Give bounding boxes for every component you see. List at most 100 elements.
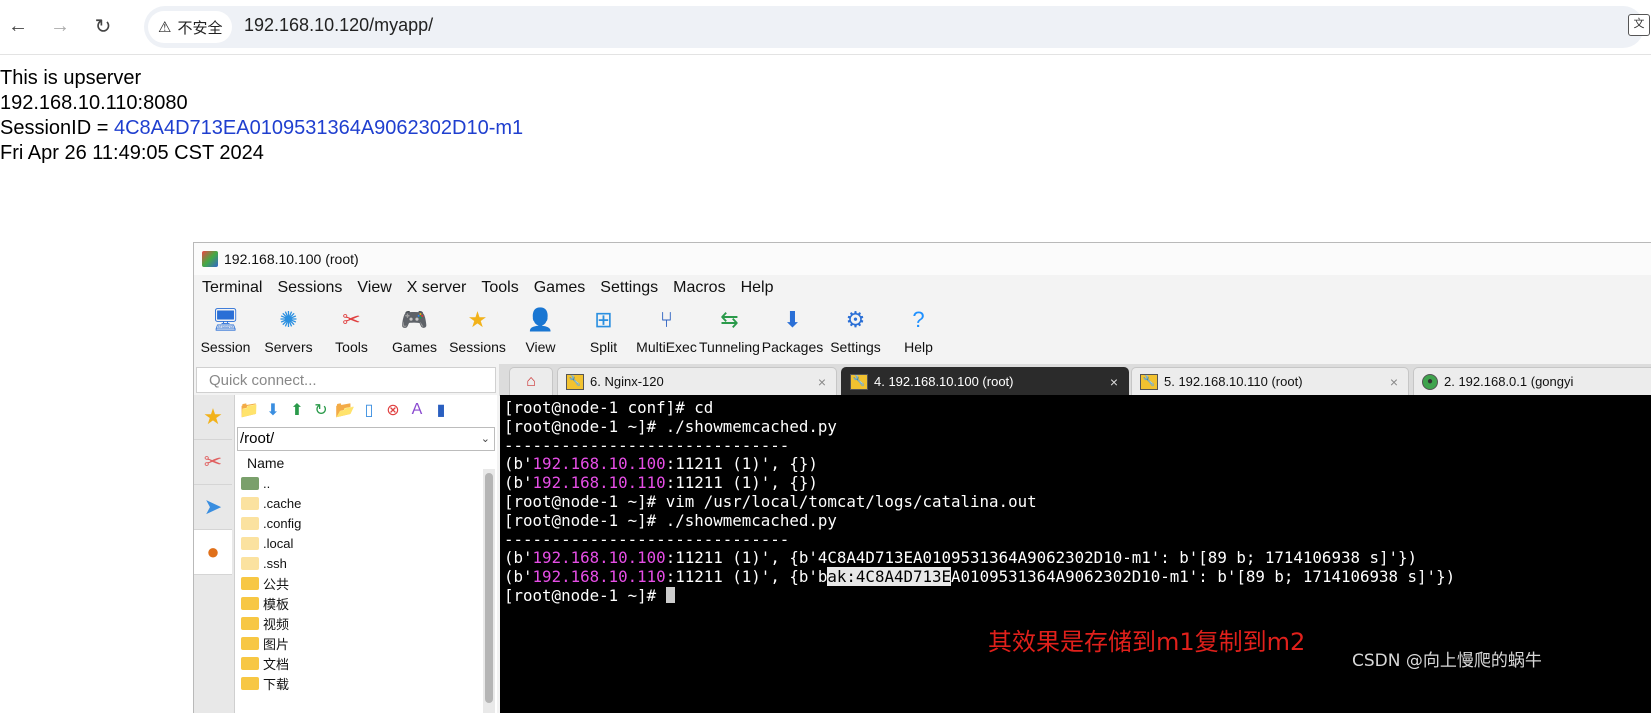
split-icon: ⊞ <box>594 307 613 332</box>
gamepad-icon: 🎮 <box>400 307 429 332</box>
translate-icon[interactable]: 文 <box>1628 14 1650 36</box>
tab-nginx-120[interactable]: 🔧 6. Nginx-120 × <box>557 367 837 395</box>
list-item[interactable]: 下载 <box>235 673 481 693</box>
terminal-line: [root@node-1 ~]# ./showmemcached.py <box>504 416 837 436</box>
tools-button[interactable]: ✂ Tools <box>320 303 383 361</box>
upload-icon[interactable]: ⬆ <box>287 400 307 420</box>
address-bar[interactable]: ⚠ 不安全 192.168.10.120/myapp/ <box>144 6 1644 48</box>
new-folder-icon[interactable]: 📂 <box>335 400 355 420</box>
games-button[interactable]: 🎮 Games <box>383 303 446 361</box>
gear-icon: ⚙ <box>845 307 866 332</box>
new-file-icon[interactable]: ▯ <box>359 400 379 420</box>
servers-button[interactable]: ✺ Servers <box>257 303 320 361</box>
star-icon: ★ <box>467 307 488 332</box>
rename-icon[interactable]: A <box>407 401 427 419</box>
home-tab[interactable]: ⌂ <box>509 367 553 395</box>
folder-up-icon[interactable]: 📁 <box>239 400 259 420</box>
tab-gateway[interactable]: ● 2. 192.168.0.1 (gongyi <box>1413 367 1651 395</box>
session-label: SessionID = <box>0 117 114 139</box>
folder-icon <box>241 676 259 690</box>
quick-connect-input[interactable]: Quick connect... <box>196 367 496 393</box>
sftp-globe-icon[interactable]: ● <box>194 530 232 575</box>
delete-icon[interactable]: ⊗ <box>383 400 403 420</box>
terminal-line: [root@node-1 ~]# vim /usr/local/tomcat/l… <box>504 491 1037 511</box>
terminal-line: (b'192.168.10.110:11211 (1)', {}) <box>504 473 818 493</box>
folder-icon <box>241 496 259 510</box>
list-item[interactable]: 图片 <box>235 633 481 653</box>
list-item[interactable]: 公共 <box>235 573 481 593</box>
multiexec-button[interactable]: ⑂ MultiExec <box>635 303 698 361</box>
side-toolbar: ★ ✂ ➤ ● <box>194 395 235 713</box>
folder-icon <box>241 636 259 650</box>
list-item[interactable]: 视频 <box>235 613 481 633</box>
settings-button[interactable]: ⚙ Settings <box>824 303 887 361</box>
menu-macros[interactable]: Macros <box>669 276 732 300</box>
terminal-line: (b'192.168.10.100:11211 (1)', {}) <box>504 454 818 474</box>
folder-up-icon <box>241 476 259 490</box>
home-icon: ⌂ <box>526 373 536 390</box>
monitor-icon: 🖥 <box>211 307 240 332</box>
close-icon[interactable]: × <box>818 374 826 390</box>
back-arrow-icon[interactable]: ← <box>4 12 32 40</box>
reload-icon[interactable]: ↻ <box>89 12 117 40</box>
packages-icon: ⬇ <box>783 307 802 332</box>
macros-icon[interactable]: ➤ <box>194 485 232 530</box>
sftp-toolbar: 📁 ⬇ ⬆ ↻ 📂 ▯ ⊗ A ▮ <box>235 395 497 425</box>
window-titlebar: 192.168.10.100 (root) <box>194 243 1651 275</box>
column-header-name[interactable]: Name <box>235 453 481 473</box>
menu-view[interactable]: View <box>353 276 398 300</box>
close-icon[interactable]: × <box>1390 374 1398 390</box>
session-button[interactable]: 🖥 Session <box>194 303 257 361</box>
list-item[interactable]: .cache <box>235 493 481 513</box>
page-content: This is upserver 192.168.10.110:8080 Ses… <box>0 66 523 166</box>
menu-help[interactable]: Help <box>737 276 781 300</box>
menu-games[interactable]: Games <box>530 276 593 300</box>
wrench-icon: 🔧 <box>566 373 584 390</box>
session-id: 4C8A4D713EA0109531364A9062302D10-m1 <box>113 117 524 139</box>
close-icon[interactable]: × <box>1110 374 1118 390</box>
list-item[interactable]: .ssh <box>235 553 481 573</box>
menu-x-server[interactable]: X server <box>403 276 474 300</box>
sessions-button[interactable]: ★ Sessions <box>446 303 509 361</box>
server-address: 192.168.10.110:8080 <box>0 92 188 114</box>
session-tabs: ⌂ 🔧 6. Nginx-120 × 🔧 4. 192.168.10.100 (roo… <box>499 364 1651 396</box>
path-select[interactable]: /root/⌄ <box>237 427 495 451</box>
menu-bar: Terminal Sessions View X server Tools Ga… <box>194 276 780 300</box>
url-text[interactable]: 192.168.10.120/myapp/ <box>244 15 433 36</box>
menu-settings[interactable]: Settings <box>596 276 665 300</box>
sessions-star-icon[interactable]: ★ <box>194 395 232 440</box>
folder-icon <box>241 656 259 670</box>
window-title: 192.168.10.100 (root) <box>224 251 359 267</box>
split-button[interactable]: ⊞ Split <box>572 303 635 361</box>
list-item[interactable]: .config <box>235 513 481 533</box>
session-line: SessionID = 4C8A4D713EA0109531364A906230… <box>0 116 523 141</box>
tab-node-100[interactable]: 🔧 4. 192.168.10.100 (root) × <box>841 367 1129 395</box>
download-icon[interactable]: ⬇ <box>263 400 283 420</box>
list-item[interactable]: .. <box>235 473 481 493</box>
tunneling-button[interactable]: ⇆ Tunneling <box>698 303 761 361</box>
security-indicator[interactable]: ⚠ 不安全 <box>148 11 233 43</box>
list-item[interactable]: 文档 <box>235 653 481 673</box>
multiexec-icon: ⑂ <box>659 307 674 332</box>
menu-tools[interactable]: Tools <box>477 276 525 300</box>
menu-sessions[interactable]: Sessions <box>273 276 349 300</box>
forward-arrow-icon[interactable]: → <box>46 12 74 40</box>
tab-node-110[interactable]: 🔧 5. 192.168.10.110 (root) × <box>1131 367 1409 395</box>
list-item[interactable]: 模板 <box>235 593 481 613</box>
sftp-browser: 📁 ⬇ ⬆ ↻ 📂 ▯ ⊗ A ▮ /root/⌄ Name .. .cache… <box>235 395 497 713</box>
terminal-line: [root@node-1 conf]# cd <box>504 398 714 417</box>
help-icon: ? <box>912 307 925 332</box>
scrollbar-thumb[interactable] <box>485 473 493 703</box>
list-item[interactable]: .local <box>235 533 481 553</box>
file-list-scrollbar[interactable] <box>483 469 495 713</box>
terminal-follow-icon[interactable]: ▮ <box>431 400 451 420</box>
tools-side-icon[interactable]: ✂ <box>194 440 232 485</box>
refresh-icon[interactable]: ↻ <box>311 400 331 420</box>
help-button[interactable]: ? Help <box>887 303 950 361</box>
view-button[interactable]: 👤 View <box>509 303 572 361</box>
packages-button[interactable]: ⬇ Packages <box>761 303 824 361</box>
menu-terminal[interactable]: Terminal <box>198 276 269 300</box>
folder-icon <box>241 596 259 610</box>
tools-icon: ✂ <box>342 307 361 332</box>
main-toolbar: 🖥 Session ✺ Servers ✂ Tools 🎮 Games ★ Session… <box>194 303 950 361</box>
